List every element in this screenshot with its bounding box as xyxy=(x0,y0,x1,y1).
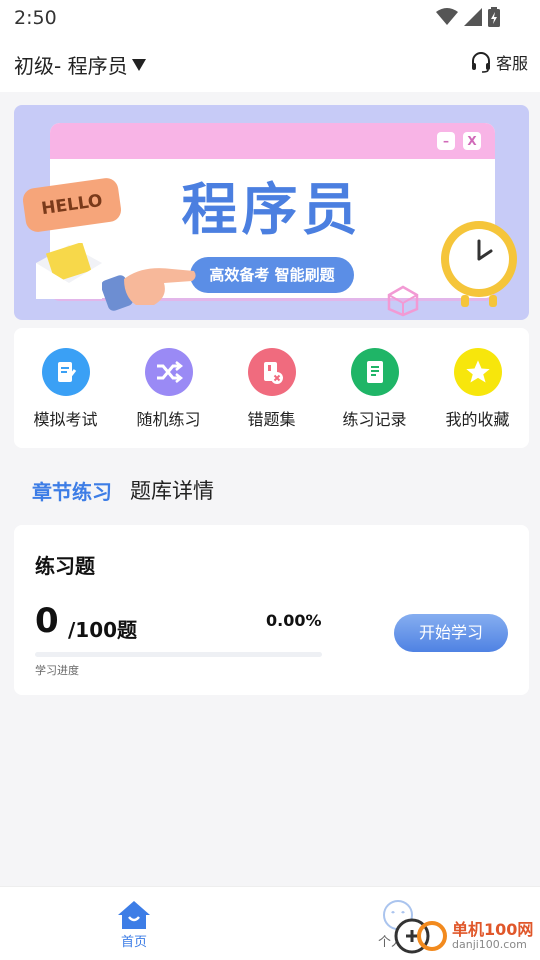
record-icon xyxy=(350,348,399,396)
site-watermark: 单机100网 danji100.com xyxy=(392,916,533,956)
watermark-name: 单机100网 xyxy=(452,919,534,939)
section-tabs: 章节练习 题库详情 xyxy=(32,470,214,505)
tab-chapter-practice[interactable]: 章节练习 xyxy=(32,470,112,505)
home-icon xyxy=(118,901,150,929)
cube-icon xyxy=(387,285,419,317)
nav-home-label: 首页 xyxy=(120,935,147,950)
nav-home[interactable]: 首页 xyxy=(116,899,152,950)
level-selector[interactable]: 初级- 程序员 xyxy=(14,50,146,79)
progress-label: 学习进度 xyxy=(35,664,79,677)
progress-percent: 0.00% xyxy=(266,611,322,630)
wifi-icon xyxy=(436,8,458,25)
mock-exam-button[interactable]: 模拟考试 xyxy=(14,328,117,448)
start-learning-button[interactable]: 开始学习 xyxy=(394,614,508,652)
total-count: /100题 xyxy=(68,618,138,642)
tab-bank-details[interactable]: 题库详情 xyxy=(130,475,214,505)
signal-icon xyxy=(464,8,482,26)
status-bar: 2:50 xyxy=(0,0,540,36)
app-header: 初级- 程序员 客服 xyxy=(0,36,540,92)
caret-down-icon xyxy=(131,58,146,71)
minimize-icon: – xyxy=(437,132,455,150)
random-practice-button[interactable]: 随机练习 xyxy=(117,328,220,448)
done-count: 0 xyxy=(35,601,59,641)
banner-slogan: 高效备考 智能刷题 xyxy=(190,257,354,293)
shuffle-icon xyxy=(144,348,193,396)
practice-record-button[interactable]: 练习记录 xyxy=(323,328,426,448)
random-practice-label: 随机练习 xyxy=(136,410,201,429)
wrong-questions-button[interactable]: 错题集 xyxy=(220,328,323,448)
envelope-icon xyxy=(36,243,102,299)
battery-icon xyxy=(488,7,500,27)
customer-service-label: 客服 xyxy=(495,54,528,73)
customer-service-button[interactable]: 客服 xyxy=(470,50,528,74)
practice-record-label: 练习记录 xyxy=(342,410,407,429)
banner-window-bar: – X xyxy=(50,123,495,159)
level-title: 初级- 程序员 xyxy=(14,54,128,78)
progress-bar xyxy=(35,652,322,657)
practice-heading: 练习题 xyxy=(35,554,95,578)
star-icon xyxy=(453,348,502,396)
exam-icon xyxy=(41,348,90,396)
headset-icon xyxy=(471,52,490,73)
promo-banner[interactable]: – X 程序员 高效备考 智能刷题 HELLO xyxy=(14,105,529,320)
status-time: 2:50 xyxy=(14,7,57,29)
quick-actions: 模拟考试 随机练习 错题集 练习记录 我的收藏 xyxy=(14,328,529,448)
close-icon: X xyxy=(463,132,481,150)
watermark-logo-icon xyxy=(394,918,447,954)
clock-icon xyxy=(441,221,517,307)
my-favorites-label: 我的收藏 xyxy=(445,410,510,429)
status-icons xyxy=(436,7,500,27)
practice-card: 练习题 0 /100题 0.00% 学习进度 开始学习 xyxy=(14,525,529,695)
my-favorites-button[interactable]: 我的收藏 xyxy=(426,328,529,448)
watermark-url: danji100.com xyxy=(452,937,527,951)
wrong-questions-label: 错题集 xyxy=(247,410,296,429)
wrong-book-icon xyxy=(247,348,296,396)
mock-exam-label: 模拟考试 xyxy=(33,410,98,429)
pointing-hand-icon xyxy=(102,268,196,311)
